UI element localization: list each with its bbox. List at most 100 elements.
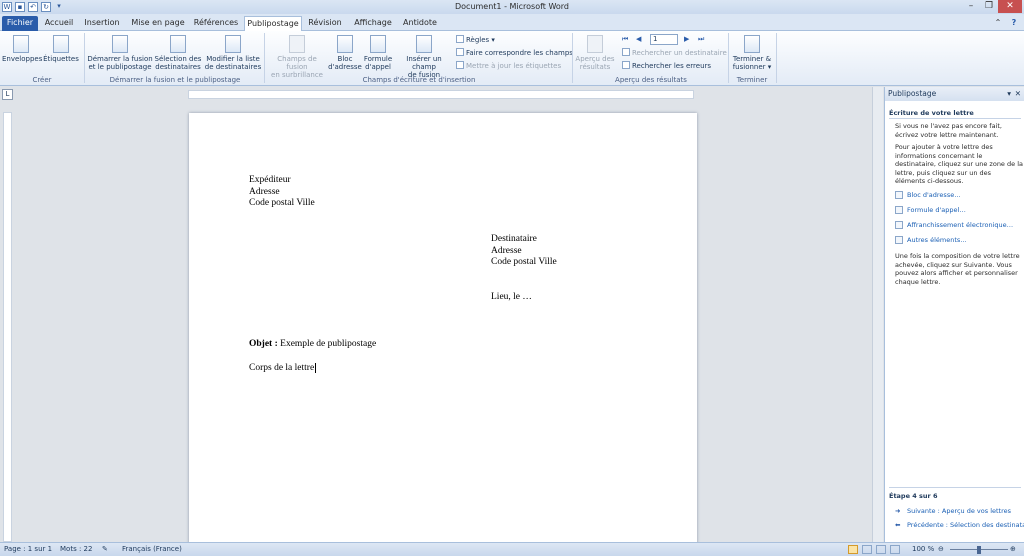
word-count[interactable]: Mots : 22	[60, 545, 92, 553]
horizontal-ruler[interactable]	[188, 90, 694, 99]
tab-accueil[interactable]: Accueil	[42, 16, 76, 31]
tab-fichier[interactable]: Fichier	[2, 16, 38, 31]
tab-affichage[interactable]: Affichage	[352, 16, 394, 31]
champs-surbrillance-button[interactable]: Champs de fusion en surbrillance	[266, 35, 328, 79]
tab-publipostage[interactable]: Publipostage	[244, 16, 302, 31]
next-record-icon[interactable]: ▶	[684, 35, 689, 44]
sender-line: Code postal Ville	[249, 198, 315, 208]
group-separator	[84, 33, 85, 83]
pane-header: Publipostage ▾ ✕	[885, 87, 1024, 101]
mettre-a-jour-label: Mettre à jour les étiquettes	[466, 62, 562, 70]
edit-list-icon	[225, 35, 241, 53]
next-step-link[interactable]: ➜ Suivante : Aperçu de vos lettres	[895, 507, 1012, 515]
tab-antidote[interactable]: Antidote	[400, 16, 440, 31]
maximize-button[interactable]: ❐	[980, 0, 998, 13]
place-date[interactable]: Lieu, le …	[491, 292, 532, 304]
formule-label-1: Formule	[363, 55, 393, 63]
selection-label-2: destinataires	[155, 63, 201, 71]
update-labels-icon	[456, 61, 464, 69]
tab-insertion[interactable]: Insertion	[82, 16, 122, 31]
more-items-icon	[895, 236, 903, 244]
pane-paragraph-2: Pour ajouter à votre lettre des informat…	[895, 143, 1023, 185]
etiquettes-label: Étiquettes	[43, 55, 79, 63]
zoom-level[interactable]: 100 %	[912, 545, 934, 553]
first-record-icon[interactable]: ⏮	[622, 35, 628, 44]
postage-icon	[895, 221, 903, 229]
letter-body[interactable]: Corps de la lettre	[249, 363, 317, 375]
web-layout-view-icon[interactable]	[876, 545, 886, 554]
vertical-ruler[interactable]	[3, 112, 12, 542]
subject-line[interactable]: Objet : Exemple de publipostage	[249, 339, 376, 351]
next-label: Suivante : Aperçu de vos lettres	[907, 507, 1012, 515]
finish-merge-icon	[744, 35, 760, 53]
labels-icon	[53, 35, 69, 53]
regles-button[interactable]: Règles ▾	[456, 35, 495, 45]
terminer-label-2: fusionner	[732, 63, 766, 71]
apercu-label-2: résultats	[579, 63, 611, 71]
subject-label: Objet :	[249, 339, 278, 349]
link-formule-appel[interactable]: Formule d'appel…	[895, 206, 966, 214]
apercu-resultats-button[interactable]: Aperçu des résultats	[574, 35, 616, 71]
terminer-fusionner-button[interactable]: Terminer & fusionner ▾	[730, 35, 774, 71]
mettre-a-jour-button[interactable]: Mettre à jour les étiquettes	[456, 61, 561, 71]
tab-selector[interactable]: L	[2, 89, 13, 100]
group-creer: Créer	[32, 76, 52, 84]
vertical-scrollbar[interactable]	[872, 87, 883, 542]
selection-label-1: Sélection des	[154, 55, 202, 63]
pane-heading: Écriture de votre lettre	[889, 109, 974, 117]
minimize-button[interactable]: –	[962, 0, 980, 13]
group-separator	[728, 33, 729, 83]
document-page[interactable]: Expéditeur Adresse Code postal Ville Des…	[189, 113, 697, 556]
link-affranchissement[interactable]: Affranchissement électronique…	[895, 221, 1013, 229]
close-button[interactable]: ✕	[998, 0, 1022, 13]
pane-paragraph-3: Une fois la composition de votre lettre …	[895, 252, 1020, 286]
address-block-icon	[337, 35, 353, 53]
pane-close-icon[interactable]: ✕	[1015, 87, 1021, 101]
rechercher-erreurs-label: Rechercher les erreurs	[632, 62, 712, 70]
window-title: Document1 - Microsoft Word	[454, 2, 570, 11]
language-indicator[interactable]: Français (France)	[122, 545, 182, 553]
rechercher-destinataire-button[interactable]: Rechercher un destinataire	[622, 48, 727, 58]
last-record-icon[interactable]: ⏭	[698, 35, 704, 44]
sender-block[interactable]: Expéditeur Adresse Code postal Ville	[249, 175, 315, 210]
etiquettes-button[interactable]: Étiquettes	[42, 35, 80, 63]
pane-menu-icon[interactable]: ▾	[1007, 87, 1011, 101]
sender-line: Expéditeur	[249, 175, 291, 185]
help-icon[interactable]: ?	[1008, 16, 1020, 31]
zoom-in-icon[interactable]: ⊕	[1010, 545, 1016, 553]
previous-step-link[interactable]: ⬅ Précédente : Sélection des destinata	[895, 521, 1024, 529]
group-separator	[264, 33, 265, 83]
tab-revision[interactable]: Révision	[306, 16, 344, 31]
selection-destinataires-button[interactable]: Sélection des destinataires	[154, 35, 202, 71]
faire-correspondre-button[interactable]: Faire correspondre les champs	[456, 48, 573, 58]
status-bar: Page : 1 sur 1 Mots : 22 ✎ Français (Fra…	[0, 542, 1024, 556]
link-bloc-adresse[interactable]: Bloc d'adresse…	[895, 191, 961, 199]
recipient-line: Destinataire	[491, 234, 537, 244]
zoom-out-icon[interactable]: ⊖	[938, 545, 944, 553]
inserer-champ-button[interactable]: Insérer un champ de fusion	[394, 35, 454, 79]
tab-mise-en-page[interactable]: Mise en page	[130, 16, 186, 31]
link-autres-elements[interactable]: Autres éléments…	[895, 236, 967, 244]
link-label: Autres éléments…	[907, 236, 967, 244]
demarrer-fusion-button[interactable]: Démarrer la fusion et le publipostage	[86, 35, 154, 71]
body-text: Corps de la lettre	[249, 363, 315, 373]
modifier-liste-button[interactable]: Modifier la liste de destinataires	[204, 35, 262, 71]
print-layout-view-icon[interactable]	[848, 545, 858, 554]
formule-appel-button[interactable]: Formule d'appel	[362, 35, 394, 71]
page-count[interactable]: Page : 1 sur 1	[4, 545, 52, 553]
title-bar: W ▪ ↶ ↻ ▾ Document1 - Microsoft Word – ❐…	[0, 0, 1024, 14]
enveloppes-button[interactable]: Enveloppes	[2, 35, 42, 63]
record-number-input[interactable]: 1	[650, 34, 678, 45]
previous-record-icon[interactable]: ◀	[636, 35, 641, 44]
proofing-icon[interactable]: ✎	[102, 545, 108, 553]
tab-references[interactable]: Références	[192, 16, 240, 31]
zoom-slider-thumb[interactable]	[977, 546, 981, 554]
rechercher-erreurs-button[interactable]: Rechercher les erreurs	[622, 61, 711, 71]
outline-view-icon[interactable]	[890, 545, 900, 554]
bloc-adresse-button[interactable]: Bloc d'adresse	[328, 35, 362, 71]
minimize-ribbon-icon[interactable]: ⌃	[992, 16, 1004, 31]
greeting-line-icon	[895, 206, 903, 214]
recipient-line: Code postal Ville	[491, 257, 557, 267]
reading-view-icon[interactable]	[862, 545, 872, 554]
recipient-block[interactable]: Destinataire Adresse Code postal Ville	[491, 234, 557, 269]
